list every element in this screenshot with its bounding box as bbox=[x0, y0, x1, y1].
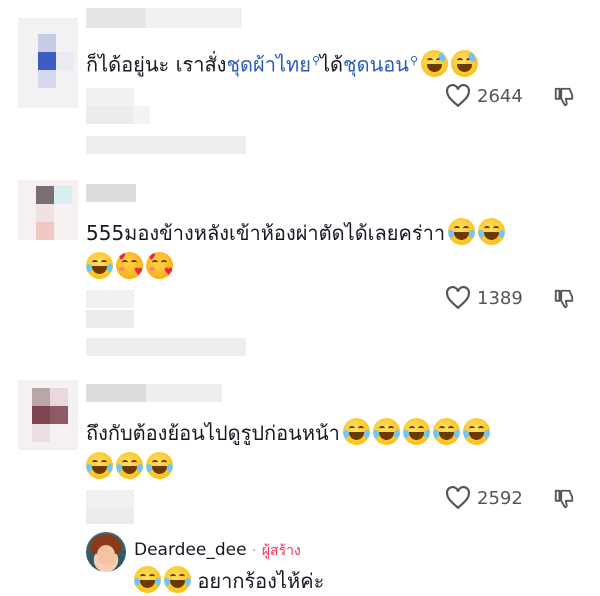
like-count: 1389 bbox=[477, 287, 523, 309]
sweat-smile-emoji-icon bbox=[421, 49, 449, 77]
tears-of-joy-emoji-icon bbox=[116, 452, 143, 479]
like-group[interactable]: 1389 bbox=[445, 286, 523, 310]
thumbs-down-icon[interactable] bbox=[553, 86, 575, 108]
date-redacted bbox=[86, 490, 134, 508]
heart-outline-icon[interactable] bbox=[445, 486, 471, 510]
comment-emoji-line bbox=[83, 450, 173, 484]
tears-of-joy-emoji-icon bbox=[402, 418, 430, 445]
keyword-link[interactable]: ชุดนอน bbox=[343, 53, 409, 77]
like-group[interactable]: 2592 bbox=[445, 486, 523, 510]
view-replies-redacted[interactable] bbox=[86, 338, 246, 356]
username-redacted bbox=[146, 8, 242, 28]
username-redacted[interactable] bbox=[86, 384, 146, 402]
avatar[interactable] bbox=[18, 380, 78, 450]
tears-of-joy-emoji-icon bbox=[372, 418, 400, 445]
reply-redacted[interactable] bbox=[86, 106, 134, 124]
tears-of-joy-emoji-icon bbox=[134, 566, 161, 593]
comment-emoji-line: ♥ ♥ ♥ ♥ bbox=[83, 250, 173, 284]
comment-text: 555มองข้างหลังเข้าห้องผ่าตัดได้เลยคร่าา bbox=[86, 216, 506, 250]
date-redacted bbox=[86, 290, 134, 308]
smiling-face-with-hearts-emoji-icon: ♥ ♥ bbox=[116, 252, 143, 279]
smiling-face-with-hearts-emoji-icon: ♥ ♥ bbox=[146, 252, 173, 279]
tears-of-joy-emoji-icon bbox=[342, 418, 370, 445]
creator-badge: ผู้สร้าง bbox=[261, 543, 301, 559]
sweat-smile-emoji-icon bbox=[451, 49, 479, 77]
tears-of-joy-emoji-icon bbox=[448, 218, 476, 245]
thumbs-down-icon[interactable] bbox=[553, 288, 575, 310]
avatar[interactable] bbox=[18, 180, 78, 240]
reply-redacted[interactable] bbox=[86, 508, 134, 524]
like-group[interactable]: 2644 bbox=[445, 84, 523, 108]
separator-dot: · bbox=[251, 543, 257, 559]
username-redacted[interactable] bbox=[86, 8, 146, 28]
avatar[interactable] bbox=[18, 18, 78, 108]
view-replies-redacted[interactable] bbox=[86, 136, 246, 154]
tears-of-joy-emoji-icon bbox=[86, 452, 113, 479]
tears-of-joy-emoji-icon bbox=[146, 452, 173, 479]
comment-text: ก็ได้อยู่นะ เราสั่งชุดผ้าไทย⚲ได้ชุดนอน⚲ bbox=[86, 44, 479, 82]
tears-of-joy-emoji-icon bbox=[432, 418, 460, 445]
heart-outline-icon[interactable] bbox=[445, 286, 471, 310]
like-count: 2592 bbox=[477, 487, 523, 509]
username-redacted bbox=[146, 384, 222, 402]
reply-header: Deardee_dee · ผู้สร้าง bbox=[134, 540, 301, 562]
thumbs-down-icon[interactable] bbox=[553, 488, 575, 510]
creator-avatar[interactable] bbox=[86, 532, 126, 572]
reply-redacted bbox=[134, 106, 150, 124]
creator-username[interactable]: Deardee_dee bbox=[134, 540, 247, 560]
avatar-face bbox=[97, 545, 115, 565]
tears-of-joy-emoji-icon bbox=[164, 566, 191, 593]
search-keyword-icon: ⚲ bbox=[409, 54, 419, 67]
reply-text: อยากร้องไห้ค่ะ bbox=[134, 566, 324, 596]
search-keyword-icon: ⚲ bbox=[311, 54, 320, 67]
heart-outline-icon[interactable] bbox=[445, 84, 471, 108]
tears-of-joy-emoji-icon bbox=[462, 418, 490, 445]
like-count: 2644 bbox=[477, 85, 523, 107]
reply-redacted[interactable] bbox=[86, 310, 134, 328]
tears-of-joy-emoji-icon bbox=[478, 218, 506, 245]
keyword-link[interactable]: ชุดผ้าไทย bbox=[226, 53, 310, 77]
tears-of-joy-emoji-icon bbox=[86, 252, 113, 279]
comment-text: ถึงกับต้องย้อนไปดูรูปก่อนหน้า bbox=[86, 416, 490, 450]
date-redacted bbox=[86, 88, 134, 106]
username-redacted[interactable] bbox=[86, 184, 136, 202]
